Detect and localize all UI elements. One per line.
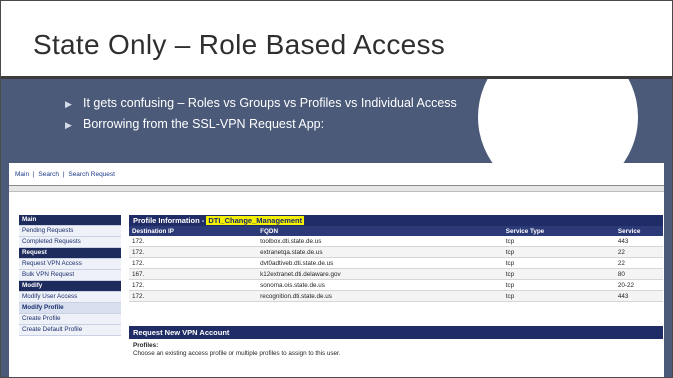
table-cell: tcp (502, 236, 615, 247)
nav-link-main[interactable]: Main (15, 171, 29, 178)
bullet-list: ▶ It gets confusing – Roles vs Groups vs… (65, 97, 535, 139)
bullet-text: It gets confusing – Roles vs Groups vs P… (83, 96, 457, 110)
sidebar-item-request-vpn-access[interactable]: Request VPN Access (19, 259, 121, 270)
table-cell: toolbox.dti.state.de.us (257, 236, 503, 247)
bullet-text: Borrowing from the SSL-VPN Request App: (83, 117, 325, 131)
slide-title: State Only – Role Based Access (33, 29, 446, 60)
nav-separator: | (62, 171, 65, 178)
table-row: 172. toolbox.dti.state.de.us tcp 443 (129, 236, 663, 247)
column-header: Destination IP (129, 226, 258, 236)
table-row: 167. k12extranet.dti.delaware.gov tcp 80 (129, 268, 663, 280)
profiles-help-text: Choose an existing access profile or mul… (133, 350, 341, 357)
screenshot-sidebar: Main Pending Requests Completed Requests… (19, 215, 121, 336)
table-cell: 172. (129, 290, 258, 302)
sidebar-item-bulk-vpn-request[interactable]: Bulk VPN Request (19, 270, 121, 281)
embedded-screenshot: Main | Search | Search Request Main Pend… (9, 163, 664, 377)
slide: State Only – Role Based Access ▶ It gets… (0, 0, 673, 378)
table-cell: dvt0adtiveb.dti.state.de.us (257, 257, 503, 269)
table-row: 172. dvt0adtiveb.dti.state.de.us tcp 22 (129, 257, 663, 269)
nav-separator: | (32, 171, 35, 178)
column-header: FQDN (257, 226, 503, 236)
screenshot-nav: Main | Search | Search Request (15, 171, 117, 178)
request-panel-title: Request New VPN Account (129, 326, 663, 339)
table-cell: 172. (129, 236, 258, 247)
nav-link-search[interactable]: Search (38, 171, 59, 178)
bullet-item: ▶ It gets confusing – Roles vs Groups vs… (65, 97, 535, 110)
profiles-label: Profiles: (133, 342, 159, 349)
table-cell: recognition.dti.state.de.us (257, 290, 503, 302)
request-vpn-panel: Request New VPN Account Profiles: Choose… (129, 326, 663, 361)
table-cell: 167. (129, 268, 258, 280)
sidebar-item-completed-requests[interactable]: Completed Requests (19, 237, 121, 248)
table-cell: 22 (614, 246, 663, 258)
profile-panel-title: Profile Information - DTI_Change_Managem… (129, 215, 663, 226)
nav-link-search-request[interactable]: Search Request (68, 171, 115, 178)
sidebar-header-main: Main (19, 215, 121, 226)
table-cell: tcp (502, 268, 615, 280)
table-cell: 80 (614, 268, 663, 280)
column-header: Service (614, 226, 663, 236)
profile-information-panel: Profile Information - DTI_Change_Managem… (129, 215, 663, 302)
sidebar-header-modify: Modify (19, 281, 121, 292)
table-row: 172. extranetqa.state.de.us tcp 22 (129, 246, 663, 258)
sidebar-item-modify-user-access[interactable]: Modify User Access (19, 292, 121, 303)
table-cell: 443 (614, 290, 663, 302)
bullet-item: ▶ Borrowing from the SSL-VPN Request App… (65, 118, 535, 131)
table-cell: tcp (502, 257, 615, 269)
screenshot-band (9, 186, 664, 192)
request-panel-body: Profiles: Choose an existing access prof… (129, 339, 663, 361)
table-cell: k12extranet.dti.delaware.gov (257, 268, 503, 280)
title-area: State Only – Role Based Access (1, 1, 672, 79)
table-row: 172. sonoma.ois.state.de.us tcp 20-22 (129, 279, 663, 291)
column-header: Service Type (502, 226, 615, 236)
profile-table: Destination IP FQDN Service Type Service… (129, 226, 663, 302)
sidebar-item-create-default-profile[interactable]: Create Default Profile (19, 325, 121, 336)
table-header-row: Destination IP FQDN Service Type Service (129, 226, 663, 236)
table-row: 172. recognition.dti.state.de.us tcp 443 (129, 290, 663, 302)
bullet-arrow-icon: ▶ (65, 120, 72, 130)
table-cell: tcp (502, 279, 615, 291)
table-cell: sonoma.ois.state.de.us (257, 279, 503, 291)
table-cell: tcp (502, 290, 615, 302)
profile-title-prefix: Profile Information - (133, 216, 207, 225)
table-cell: 172. (129, 257, 258, 269)
table-cell: extranetqa.state.de.us (257, 246, 503, 258)
table-cell: 172. (129, 246, 258, 258)
slide-body: ▶ It gets confusing – Roles vs Groups vs… (1, 79, 672, 377)
sidebar-item-modify-profile[interactable]: Modify Profile (19, 303, 121, 314)
sidebar-item-create-profile[interactable]: Create Profile (19, 314, 121, 325)
screenshot-header: Main | Search | Search Request (9, 163, 664, 186)
table-cell: tcp (502, 246, 615, 258)
sidebar-header-request: Request (19, 248, 121, 259)
bullet-arrow-icon: ▶ (65, 99, 72, 109)
sidebar-item-pending-requests[interactable]: Pending Requests (19, 226, 121, 237)
table-cell: 172. (129, 279, 258, 291)
table-cell: 22 (614, 257, 663, 269)
profile-name-highlight: DTI_Change_Management (206, 216, 305, 225)
table-cell: 20-22 (614, 279, 663, 291)
table-cell: 443 (614, 236, 663, 247)
